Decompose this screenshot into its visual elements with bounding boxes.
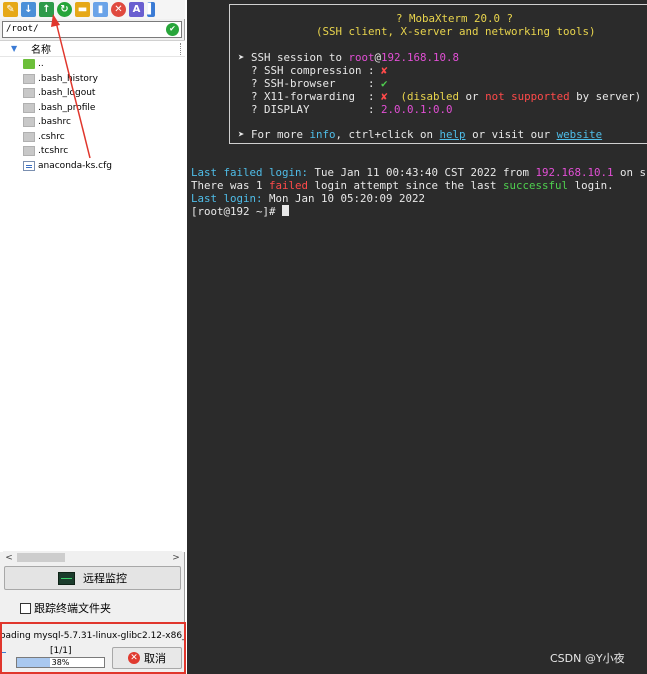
file-name: .bashrc bbox=[38, 117, 71, 128]
upload-icon[interactable]: ↑ bbox=[39, 2, 54, 17]
x11-line: ? X11-forwarding : ✘ (disabled or not su… bbox=[238, 90, 642, 103]
file-icon bbox=[23, 73, 35, 84]
progress-label: 38% bbox=[51, 658, 70, 667]
parent-folder-icon bbox=[23, 59, 35, 70]
file-name: .bash_profile bbox=[38, 102, 96, 113]
list-item[interactable]: .bashrc bbox=[0, 115, 185, 130]
compression-line: ? SSH compression : ✘ bbox=[238, 64, 388, 77]
file-name: .cshrc bbox=[38, 131, 65, 142]
file-icon[interactable]: ▮ bbox=[93, 2, 108, 17]
rename-icon[interactable]: A bbox=[129, 2, 144, 17]
welcome-banner: ? MobaXterm 20.0 ? (SSH client, X-server… bbox=[229, 4, 647, 144]
list-item[interactable]: anaconda-ks.cfg bbox=[0, 159, 185, 174]
upload-count: [1/1] bbox=[50, 646, 72, 656]
delete-icon[interactable]: ✕ bbox=[111, 2, 126, 17]
sort-down-icon: ▼ bbox=[11, 44, 18, 53]
sftp-sidebar: ✎ ↓ ↑ ↻ ▬ ▮ ✕ A ▌ /root/ ✔ ▼ 名称 .. .bash… bbox=[0, 0, 186, 674]
file-name: anaconda-ks.cfg bbox=[38, 160, 112, 171]
file-icon bbox=[23, 146, 35, 157]
file-name: .bash_logout bbox=[38, 88, 96, 99]
upload-progress-panel: oading mysql-5.7.31-linux-glibc2.12-x86_… bbox=[0, 622, 186, 674]
remote-monitor-label: 远程监控 bbox=[83, 572, 127, 585]
list-item[interactable]: .bash_logout bbox=[0, 86, 185, 101]
scroll-right-icon[interactable]: > bbox=[170, 553, 182, 563]
path-value: /root/ bbox=[6, 24, 39, 34]
last-failed-line: Last failed login: Tue Jan 11 00:43:40 C… bbox=[191, 166, 647, 179]
remote-monitor-button[interactable]: 远程监控 bbox=[4, 566, 181, 590]
help-link[interactable]: help bbox=[440, 128, 466, 141]
file-name: .. bbox=[38, 59, 44, 70]
config-file-icon bbox=[23, 160, 35, 171]
file-browser: ▼ 名称 .. .bash_history .bash_logout .bash… bbox=[0, 40, 185, 552]
monitor-icon bbox=[58, 571, 75, 585]
scrollbar-thumb[interactable] bbox=[17, 553, 65, 562]
file-icon bbox=[23, 117, 35, 128]
status-dash bbox=[2, 652, 6, 653]
refresh-icon[interactable]: ↻ bbox=[57, 2, 72, 17]
last-login-line: Last login: Mon Jan 10 05:20:09 2022 bbox=[191, 192, 426, 205]
name-column-header[interactable]: ▼ 名称 bbox=[0, 41, 185, 57]
cancel-icon: ✕ bbox=[128, 652, 140, 664]
failed-attempt-line: There was 1 failed login attempt since t… bbox=[191, 179, 614, 192]
name-column-label: 名称 bbox=[31, 45, 51, 56]
list-item[interactable]: .bash_history bbox=[0, 72, 185, 87]
settings-icon[interactable]: ▌ bbox=[147, 2, 155, 17]
terminal[interactable]: ? MobaXterm 20.0 ? (SSH client, X-server… bbox=[187, 0, 647, 674]
download-icon[interactable]: ↓ bbox=[21, 2, 36, 17]
list-item[interactable]: .. bbox=[0, 57, 185, 72]
watermark: CSDN @Y小夜 bbox=[550, 652, 625, 665]
column-separator[interactable] bbox=[180, 43, 181, 55]
checkbox[interactable] bbox=[20, 602, 31, 614]
confirm-check-icon[interactable]: ✔ bbox=[166, 23, 179, 36]
cancel-label: 取消 bbox=[144, 652, 166, 665]
follow-terminal-label: 跟踪终端文件夹 bbox=[34, 602, 111, 615]
prompt-line[interactable]: [root@192 ~]# bbox=[191, 205, 290, 218]
file-icon bbox=[23, 88, 35, 99]
file-icon bbox=[23, 102, 35, 113]
list-item[interactable]: .cshrc bbox=[0, 130, 185, 145]
list-item[interactable]: .tcshrc bbox=[0, 144, 185, 159]
file-name: .bash_history bbox=[38, 73, 98, 84]
path-input[interactable]: /root/ ✔ bbox=[2, 21, 182, 38]
new-folder-icon[interactable]: ✎ bbox=[3, 2, 18, 17]
file-icon bbox=[23, 131, 35, 142]
text-cursor bbox=[282, 205, 290, 216]
folder-icon[interactable]: ▬ bbox=[75, 2, 90, 17]
upload-progress-bar: 38% bbox=[16, 657, 105, 668]
banner-subtitle: (SSH client, X-server and networking too… bbox=[316, 25, 596, 38]
upload-filename: oading mysql-5.7.31-linux-glibc2.12-x86_… bbox=[0, 631, 186, 641]
file-name: .tcshrc bbox=[38, 146, 69, 157]
display-line: ? DISPLAY : 2.0.0.1:0.0 bbox=[238, 103, 453, 116]
website-link[interactable]: website bbox=[557, 128, 603, 141]
banner-title: ? MobaXterm 20.0 ? bbox=[396, 12, 514, 25]
cancel-button[interactable]: ✕ 取消 bbox=[112, 647, 182, 669]
browser-line: ? SSH-browser : ✔ bbox=[238, 77, 388, 90]
follow-terminal-checkbox[interactable]: 跟踪终端文件夹 bbox=[20, 600, 111, 616]
horizontal-scrollbar[interactable]: < > bbox=[3, 551, 182, 564]
sftp-toolbar: ✎ ↓ ↑ ↻ ▬ ▮ ✕ A ▌ bbox=[0, 0, 185, 19]
list-item[interactable]: .bash_profile bbox=[0, 101, 185, 116]
more-info-line: ➤ For more info, ctrl+click on help or v… bbox=[238, 128, 603, 141]
scroll-left-icon[interactable]: < bbox=[3, 553, 15, 563]
session-line: ➤ SSH session to root@192.168.10.8 bbox=[238, 51, 460, 64]
